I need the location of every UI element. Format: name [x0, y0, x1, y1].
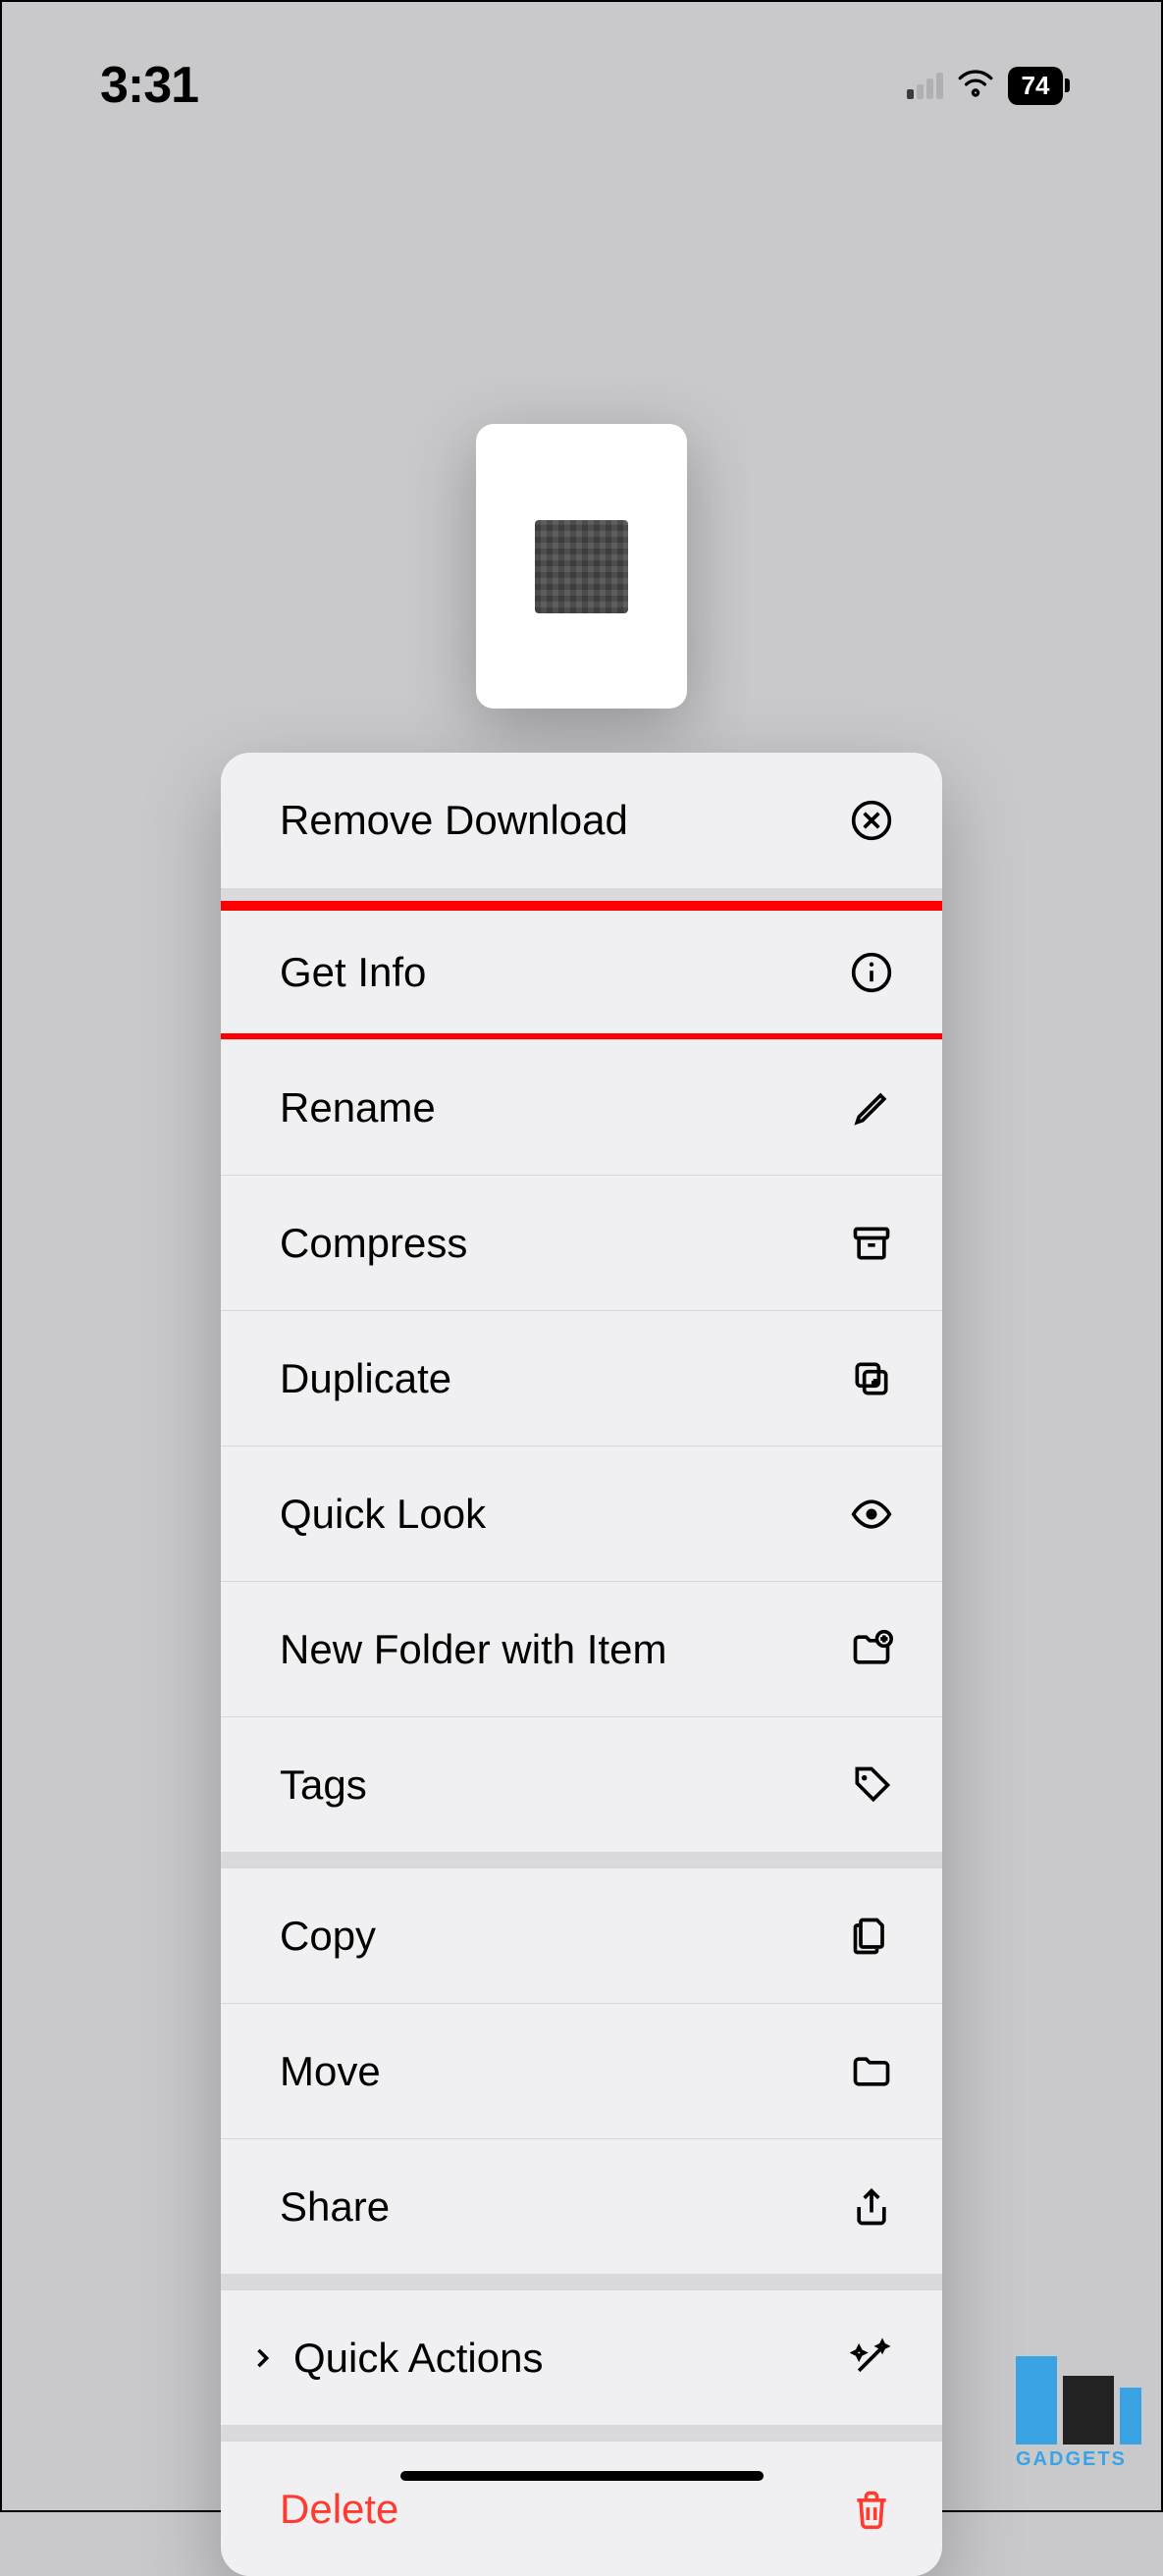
- menu-label: Quick Actions: [293, 2335, 848, 2382]
- delete-item[interactable]: Delete: [221, 2441, 942, 2576]
- magic-wand-icon: [848, 2335, 895, 2382]
- file-thumbnail-image: [535, 520, 628, 613]
- menu-separator: [221, 888, 942, 904]
- tag-icon: [848, 1761, 895, 1809]
- share-icon: [848, 2183, 895, 2231]
- info-icon: [848, 949, 895, 996]
- compress-item[interactable]: Compress: [221, 1175, 942, 1310]
- tags-item[interactable]: Tags: [221, 1716, 942, 1852]
- menu-label: New Folder with Item: [280, 1626, 848, 1673]
- trash-icon: [848, 2486, 895, 2533]
- menu-separator: [221, 2274, 942, 2289]
- menu-label: Get Info: [280, 949, 848, 996]
- eye-icon: [848, 1491, 895, 1538]
- status-bar: 3:31 74: [2, 2, 1161, 120]
- menu-label: Rename: [280, 1084, 848, 1131]
- watermark-text: GADGETS: [1016, 2448, 1141, 2471]
- chevron-right-icon: [248, 2344, 282, 2372]
- new-folder-item[interactable]: New Folder with Item: [221, 1581, 942, 1716]
- copy-item[interactable]: Copy: [221, 1867, 942, 2003]
- quick-actions-item[interactable]: Quick Actions: [221, 2289, 942, 2425]
- folder-icon: [848, 2048, 895, 2095]
- quick-look-item[interactable]: Quick Look: [221, 1446, 942, 1581]
- status-indicators: 74: [907, 67, 1063, 105]
- menu-label: Move: [280, 2048, 848, 2095]
- get-info-item[interactable]: Get Info: [221, 904, 942, 1039]
- menu-label: Quick Look: [280, 1491, 848, 1538]
- watermark-logo: GADGETS: [1016, 2356, 1141, 2471]
- context-menu: Remove Download Get Info Rename Compress…: [221, 753, 942, 2576]
- folder-plus-icon: [848, 1626, 895, 1673]
- menu-label: Delete: [280, 2486, 848, 2533]
- cellular-signal-icon: [907, 73, 943, 99]
- menu-label: Compress: [280, 1220, 848, 1267]
- archive-icon: [848, 1220, 895, 1267]
- move-item[interactable]: Move: [221, 2003, 942, 2138]
- menu-label: Share: [280, 2183, 848, 2231]
- wifi-icon: [957, 69, 994, 103]
- remove-download-icon: [848, 797, 895, 844]
- menu-separator: [221, 2425, 942, 2441]
- rename-item[interactable]: Rename: [221, 1039, 942, 1175]
- menu-label: Duplicate: [280, 1355, 848, 1402]
- duplicate-icon: [848, 1355, 895, 1402]
- file-thumbnail-card[interactable]: [476, 424, 687, 709]
- status-time: 3:31: [100, 56, 198, 115]
- duplicate-item[interactable]: Duplicate: [221, 1310, 942, 1446]
- menu-label: Remove Download: [280, 797, 848, 844]
- battery-indicator: 74: [1008, 67, 1063, 105]
- home-indicator[interactable]: [400, 2471, 764, 2481]
- file-preview: [2, 424, 1161, 709]
- menu-label: Copy: [280, 1913, 848, 1960]
- pencil-icon: [848, 1084, 895, 1131]
- share-item[interactable]: Share: [221, 2138, 942, 2274]
- remove-download-item[interactable]: Remove Download: [221, 753, 942, 888]
- menu-label: Tags: [280, 1761, 848, 1809]
- copy-icon: [848, 1913, 895, 1960]
- menu-separator: [221, 1852, 942, 1867]
